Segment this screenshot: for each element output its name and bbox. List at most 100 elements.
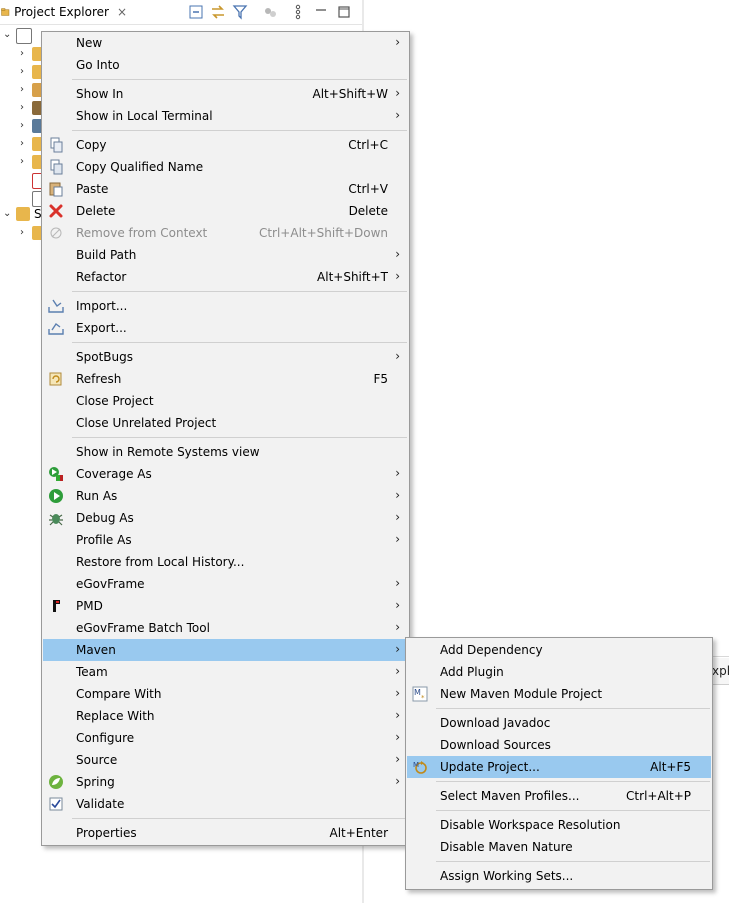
menu-item-pmd[interactable]: PMD › — [43, 595, 408, 617]
menu-item-disable-workspace-resolution[interactable]: Disable Workspace Resolution — [407, 814, 711, 836]
menu-item-select-maven-profiles[interactable]: Select Maven Profiles... Ctrl+Alt+P — [407, 785, 711, 807]
menu-item-import[interactable]: Import... — [43, 295, 408, 317]
paste-icon — [49, 182, 63, 197]
menu-item-refactor[interactable]: Refactor Alt+Shift+T › — [43, 266, 408, 288]
expand-arrow-icon[interactable]: › — [20, 84, 24, 95]
expand-arrow-icon[interactable]: › — [20, 227, 24, 238]
menu-item-new-maven-module-project[interactable]: M * New Maven Module Project — [407, 683, 711, 705]
maven-module-icon: M* — [412, 686, 428, 702]
menu-item-paste[interactable]: Paste Ctrl+V — [43, 178, 408, 200]
submenu-arrow-icon: › — [395, 730, 400, 744]
spring-icon — [49, 775, 63, 789]
expand-arrow-icon[interactable]: › — [20, 156, 24, 167]
expand-arrow-icon[interactable]: › — [20, 120, 24, 131]
submenu-arrow-icon: › — [395, 349, 400, 363]
explorer-tab-bar: Project Explorer × — [0, 0, 362, 25]
open-folder-icon — [16, 207, 30, 221]
submenu-arrow-icon: › — [395, 576, 400, 590]
close-icon[interactable]: × — [117, 5, 127, 19]
menu-item-close-project[interactable]: Close Project — [43, 390, 408, 412]
expand-arrow-icon[interactable]: › — [20, 48, 24, 59]
menu-separator — [436, 781, 710, 782]
menu-item-build-path[interactable]: Build Path › — [43, 244, 408, 266]
expanded-arrow-icon[interactable]: ⌄ — [3, 208, 11, 219]
partial-tab-label: xplo — [712, 664, 729, 678]
focus-icon[interactable] — [262, 4, 278, 20]
menu-item-coverage-as[interactable]: Coverage As › — [43, 463, 408, 485]
menu-item-download-javadoc[interactable]: Download Javadoc — [407, 712, 711, 734]
minimize-icon[interactable] — [313, 4, 329, 20]
menu-item-egovframe[interactable]: eGovFrame › — [43, 573, 408, 595]
menu-item-spring[interactable]: Spring › — [43, 771, 408, 793]
shortcut-label: Delete — [348, 204, 388, 218]
expanded-arrow-icon[interactable]: ⌄ — [3, 29, 11, 40]
menu-item-delete[interactable]: Delete Delete — [43, 200, 408, 222]
menu-item-export[interactable]: Export... — [43, 317, 408, 339]
menu-item-replace-with[interactable]: Replace With › — [43, 705, 408, 727]
shortcut-label: Ctrl+Alt+P — [626, 789, 691, 803]
menu-item-spotbugs[interactable]: SpotBugs › — [43, 346, 408, 368]
menu-item-configure[interactable]: Configure › — [43, 727, 408, 749]
submenu-arrow-icon: › — [395, 752, 400, 766]
menu-item-assign-working-sets[interactable]: Assign Working Sets... — [407, 865, 711, 887]
link-with-editor-icon[interactable] — [210, 4, 226, 20]
maximize-icon[interactable] — [336, 4, 352, 20]
menu-item-maven[interactable]: Maven › — [43, 639, 408, 661]
menu-item-disable-maven-nature[interactable]: Disable Maven Nature — [407, 836, 711, 858]
menu-item-update-project[interactable]: M Update Project... Alt+F5 — [407, 756, 711, 778]
menu-item-add-plugin[interactable]: Add Plugin — [407, 661, 711, 683]
shortcut-label: Ctrl+C — [348, 138, 388, 152]
menu-item-add-dependency[interactable]: Add Dependency — [407, 639, 711, 661]
menu-item-team[interactable]: Team › — [43, 661, 408, 683]
menu-item-show-in-remote-systems[interactable]: Show in Remote Systems view — [43, 441, 408, 463]
filter-icon[interactable] — [232, 4, 248, 20]
menu-separator — [72, 437, 407, 438]
menu-separator — [72, 130, 407, 131]
menu-item-go-into[interactable]: Go Into — [43, 54, 408, 76]
view-menu-icon[interactable] — [290, 4, 306, 20]
menu-item-new[interactable]: New › — [43, 32, 408, 54]
menu-item-compare-with[interactable]: Compare With › — [43, 683, 408, 705]
expand-arrow-icon[interactable]: › — [20, 102, 24, 113]
menu-item-restore-from-local-history[interactable]: Restore from Local History... — [43, 551, 408, 573]
menu-item-copy-qualified-name[interactable]: Copy Qualified Name — [43, 156, 408, 178]
menu-item-remove-from-context: Remove from Context Ctrl+Alt+Shift+Down — [43, 222, 408, 244]
submenu-arrow-icon: › — [395, 686, 400, 700]
submenu-arrow-icon: › — [395, 620, 400, 634]
menu-separator — [72, 291, 407, 292]
submenu-arrow-icon: › — [395, 774, 400, 788]
menu-item-properties[interactable]: Properties Alt+Enter — [43, 822, 408, 844]
project-explorer-tab[interactable]: Project Explorer × — [0, 0, 127, 24]
svg-text:*: * — [421, 694, 425, 702]
menu-item-run-as[interactable]: Run As › — [43, 485, 408, 507]
menu-item-egovframe-batch-tool[interactable]: eGovFrame Batch Tool › — [43, 617, 408, 639]
menu-item-show-in[interactable]: Show In Alt+Shift+W › — [43, 83, 408, 105]
submenu-arrow-icon: › — [395, 269, 400, 283]
menu-item-debug-as[interactable]: Debug As › — [43, 507, 408, 529]
menu-item-source[interactable]: Source › — [43, 749, 408, 771]
menu-item-profile-as[interactable]: Profile As › — [43, 529, 408, 551]
menu-separator — [72, 79, 407, 80]
export-icon — [48, 322, 64, 335]
menu-item-validate[interactable]: Validate — [43, 793, 408, 815]
submenu-arrow-icon: › — [395, 35, 400, 49]
expand-arrow-icon[interactable]: › — [20, 138, 24, 149]
menu-item-download-sources[interactable]: Download Sources — [407, 734, 711, 756]
menu-item-show-in-local-terminal[interactable]: Show in Local Terminal › — [43, 105, 408, 127]
collapse-all-icon[interactable] — [188, 4, 204, 20]
menu-item-copy[interactable]: Copy Ctrl+C — [43, 134, 408, 156]
submenu-arrow-icon: › — [395, 488, 400, 502]
submenu-arrow-icon: › — [395, 664, 400, 678]
import-icon — [48, 299, 64, 313]
menu-item-refresh[interactable]: Refresh F5 — [43, 368, 408, 390]
project-explorer-icon — [1, 8, 10, 16]
submenu-arrow-icon: › — [395, 598, 400, 612]
svg-text:M: M — [414, 688, 421, 697]
menu-item-close-unrelated-project[interactable]: Close Unrelated Project — [43, 412, 408, 434]
shortcut-label: Alt+Shift+W — [312, 87, 389, 101]
validate-check-icon — [49, 797, 63, 811]
expand-arrow-icon[interactable]: › — [20, 66, 24, 77]
submenu-arrow-icon: › — [395, 532, 400, 546]
remove-context-icon — [50, 227, 62, 239]
menu-separator — [436, 708, 710, 709]
